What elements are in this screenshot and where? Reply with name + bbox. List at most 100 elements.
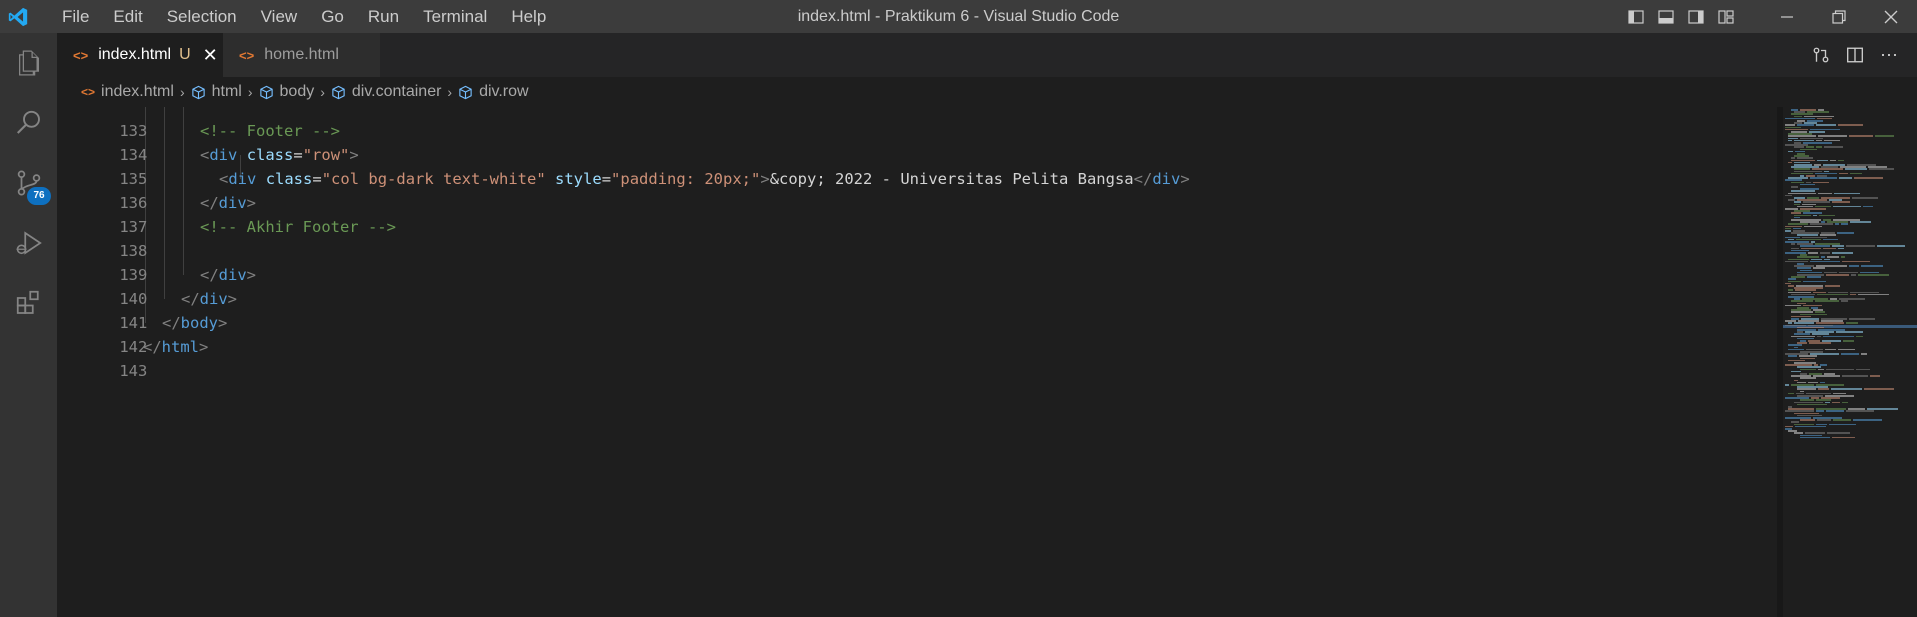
minimap-code-mark: [1785, 384, 1789, 386]
minimap-code-mark: [1849, 265, 1859, 267]
minimap-code-mark: [1846, 410, 1874, 412]
minimap-shadow: [1777, 107, 1783, 617]
breadcrumb-label: div.container: [351, 83, 442, 100]
explorer-icon[interactable]: [0, 33, 57, 93]
tab-label: index.html: [98, 46, 172, 63]
minimap-code-mark: [1795, 425, 1826, 428]
menu-selection[interactable]: Selection: [155, 0, 249, 33]
code-comment: <!-- Footer -->: [200, 122, 340, 140]
toggle-primary-sidebar-icon[interactable]: [1621, 0, 1651, 33]
menu-run[interactable]: Run: [356, 0, 411, 33]
restore-icon[interactable]: [1813, 0, 1865, 33]
minimap-code-mark: [1845, 168, 1867, 170]
menu-file[interactable]: File: [50, 0, 101, 33]
minimize-icon[interactable]: [1761, 0, 1813, 33]
run-debug-icon[interactable]: [0, 213, 57, 273]
menu-edit[interactable]: Edit: [101, 0, 154, 33]
minimap-code-mark: [1800, 419, 1815, 421]
minimap-code-mark: [1785, 194, 1792, 197]
toggle-panel-icon[interactable]: [1651, 0, 1681, 33]
code-attr: style: [555, 170, 602, 188]
minimap-code-mark: [1834, 192, 1860, 195]
minimap-code-mark: [1817, 335, 1821, 338]
minimap-code-mark: [1818, 388, 1829, 390]
symbol-element-icon: [458, 85, 473, 100]
minimap-code-mark: [1838, 247, 1844, 250]
minimap-code-mark: [1815, 300, 1839, 302]
menu-help[interactable]: Help: [499, 0, 558, 33]
chevron-right-icon: ›: [179, 84, 185, 100]
chevron-right-icon: ›: [447, 84, 453, 100]
editor-actions: ⋯: [1807, 33, 1903, 77]
minimap-code-mark: [1842, 260, 1870, 263]
untracked-status: U: [179, 46, 191, 63]
minimap-code-mark: [1846, 245, 1875, 247]
minimap-code-mark: [1800, 377, 1816, 379]
code-editor[interactable]: 133 134 <!-- Footer --> 135 <div class="…: [57, 107, 1777, 617]
minimap[interactable]: [1777, 107, 1917, 617]
code-line: 138 <!-- Akhir Footer -->: [57, 215, 1777, 260]
toggle-secondary-sidebar-icon[interactable]: [1681, 0, 1711, 33]
breadcrumb-div-container[interactable]: div.container: [331, 83, 442, 101]
minimap-code-mark: [1863, 205, 1873, 208]
minimap-code-mark: [1830, 159, 1836, 162]
breadcrumb: <> index.html › html › body › div.contai…: [57, 77, 1917, 107]
minimap-code-mark: [1825, 348, 1836, 351]
code-string: "padding: 20px;": [611, 170, 761, 188]
minimap-code-mark: [1839, 172, 1848, 175]
customize-layout-icon[interactable]: [1711, 0, 1741, 33]
code-line: 135 <div class="row">: [57, 143, 1777, 188]
minimap-code-mark: [1820, 364, 1827, 366]
menu-terminal[interactable]: Terminal: [411, 0, 499, 33]
tab-home-html[interactable]: <> home.html: [223, 33, 380, 77]
minimap-code-mark: [1839, 177, 1852, 179]
close-tab-icon[interactable]: ✕: [203, 45, 218, 66]
breadcrumb-file[interactable]: <> index.html: [81, 83, 174, 101]
html-file-icon: <>: [73, 47, 89, 63]
breadcrumb-div-row[interactable]: div.row: [458, 83, 529, 101]
open-changes-icon[interactable]: [1807, 41, 1835, 69]
minimap-code-mark: [1807, 276, 1821, 278]
minimap-code-mark: [1813, 214, 1817, 217]
extensions-icon[interactable]: [0, 273, 57, 333]
minimap-code-mark: [1838, 124, 1863, 126]
breadcrumb-label: html: [211, 83, 242, 100]
menu-go[interactable]: Go: [309, 0, 356, 33]
menu-view[interactable]: View: [249, 0, 310, 33]
code-line: 142 </body>: [57, 311, 1777, 356]
symbol-element-icon: [259, 85, 274, 100]
close-window-icon[interactable]: [1865, 0, 1917, 33]
minimap-code-mark: [1816, 124, 1836, 126]
source-control-icon[interactable]: 76: [0, 153, 57, 213]
minimap-code-mark: [1841, 256, 1845, 258]
minimap-code-mark: [1836, 331, 1863, 333]
minimap-code-mark: [1826, 410, 1844, 412]
breadcrumb-html[interactable]: html: [191, 83, 242, 101]
minimap-code-mark: [1788, 355, 1797, 357]
code-tag: div: [228, 170, 257, 188]
minimap-code-mark: [1846, 322, 1858, 324]
minimap-code-mark: [1856, 368, 1870, 371]
minimap-code-mark: [1813, 181, 1829, 184]
tab-index-html[interactable]: <> index.html U ✕: [57, 33, 223, 77]
more-actions-icon[interactable]: ⋯: [1875, 41, 1903, 69]
minimap-code-mark: [1842, 401, 1848, 404]
search-icon[interactable]: [0, 93, 57, 153]
vscode-logo-icon: [0, 0, 36, 33]
minimap-code-mark: [1832, 436, 1855, 439]
code-text: &copy; 2022 - Universitas Pelita Bangsa: [769, 170, 1134, 188]
minimap-code-mark: [1841, 223, 1848, 225]
minimap-code-mark: [1856, 335, 1863, 338]
minimap-code-mark: [1809, 342, 1831, 344]
minimap-code-mark: [1788, 192, 1816, 195]
minimap-code-mark: [1832, 252, 1853, 254]
breadcrumb-body[interactable]: body: [259, 83, 314, 101]
minimap-code-mark: [1853, 419, 1882, 421]
split-editor-icon[interactable]: [1841, 41, 1869, 69]
minimap-code-mark: [1823, 335, 1854, 338]
minimap-code-mark: [1800, 183, 1815, 186]
menu-bar: File Edit Selection View Go Run Terminal…: [50, 0, 558, 33]
code-tag: div: [1152, 170, 1181, 188]
breadcrumb-label: index.html: [101, 83, 174, 100]
code-line: 137 </div>: [57, 191, 1777, 236]
